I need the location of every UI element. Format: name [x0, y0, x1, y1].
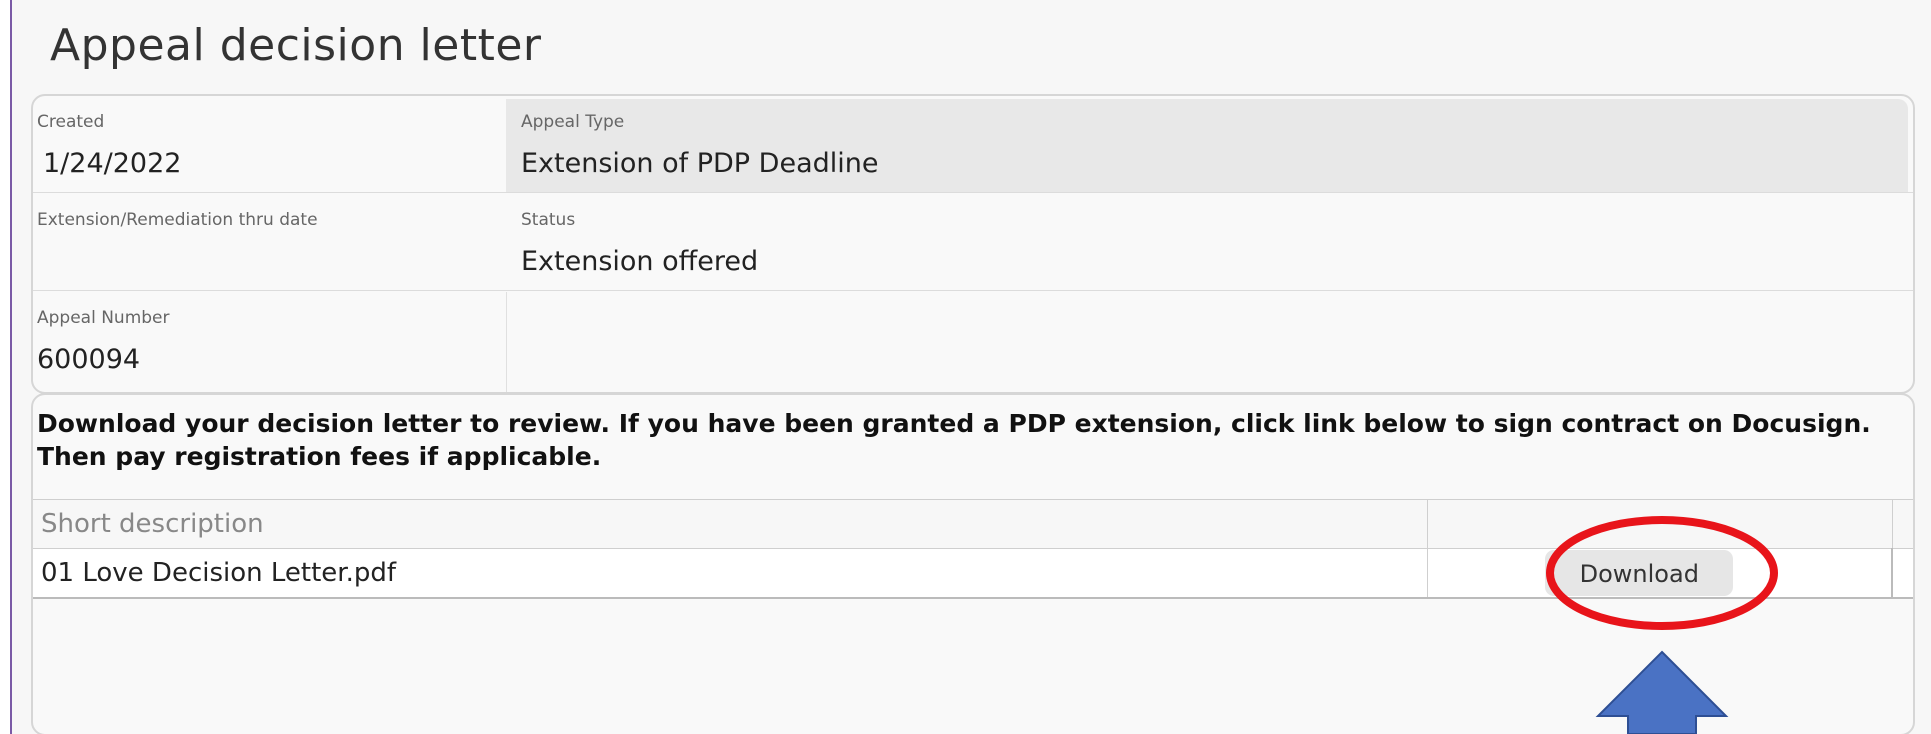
column-header-description[interactable]: Short description — [33, 499, 1428, 549]
appeal-info-card: Created 1/24/2022 Appeal Type Extension … — [31, 94, 1915, 394]
column-header-action — [1427, 499, 1893, 549]
download-button[interactable]: Download — [1545, 550, 1734, 596]
appeal-type-label: Appeal Type — [521, 112, 625, 132]
screenshot-stage: Appeal decision letter Created 1/24/2022… — [0, 0, 1931, 734]
created-value: 1/24/2022 — [43, 148, 182, 179]
created-field: Created 1/24/2022 — [33, 96, 507, 192]
document-description: 01 Love Decision Letter.pdf — [33, 548, 1428, 599]
appeal-number-label: Appeal Number — [37, 308, 170, 328]
page-title: Appeal decision letter — [50, 20, 542, 71]
column-header-edge — [1892, 499, 1913, 549]
table-row: 01 Love Decision Letter.pdf Download — [33, 548, 1913, 599]
documents-table: Short description 01 Love Decision Lette… — [33, 499, 1913, 599]
status-label: Status — [521, 210, 576, 230]
documents-instructions: Download your decision letter to review.… — [37, 409, 1871, 471]
status-value: Extension offered — [521, 246, 759, 277]
column-divider — [506, 292, 507, 392]
table-edge-cell — [1892, 548, 1913, 599]
extension-date-label: Extension/Remediation thru date — [37, 210, 318, 230]
documents-card: Download your decision letter to review.… — [31, 393, 1915, 734]
created-label: Created — [37, 112, 105, 132]
appeal-number-field: Appeal Number 600094 — [33, 292, 507, 390]
document-action-cell: Download — [1427, 548, 1894, 599]
status-field: Status Extension offered — [506, 194, 1908, 290]
table-header-row: Short description — [33, 499, 1913, 549]
extension-date-field: Extension/Remediation thru date — [33, 194, 507, 290]
row-divider — [33, 192, 1913, 193]
appeal-number-value: 600094 — [37, 344, 141, 375]
row-divider — [33, 290, 1913, 291]
appeal-type-field: Appeal Type Extension of PDP Deadline — [506, 99, 1908, 192]
appeal-type-value: Extension of PDP Deadline — [521, 148, 879, 179]
